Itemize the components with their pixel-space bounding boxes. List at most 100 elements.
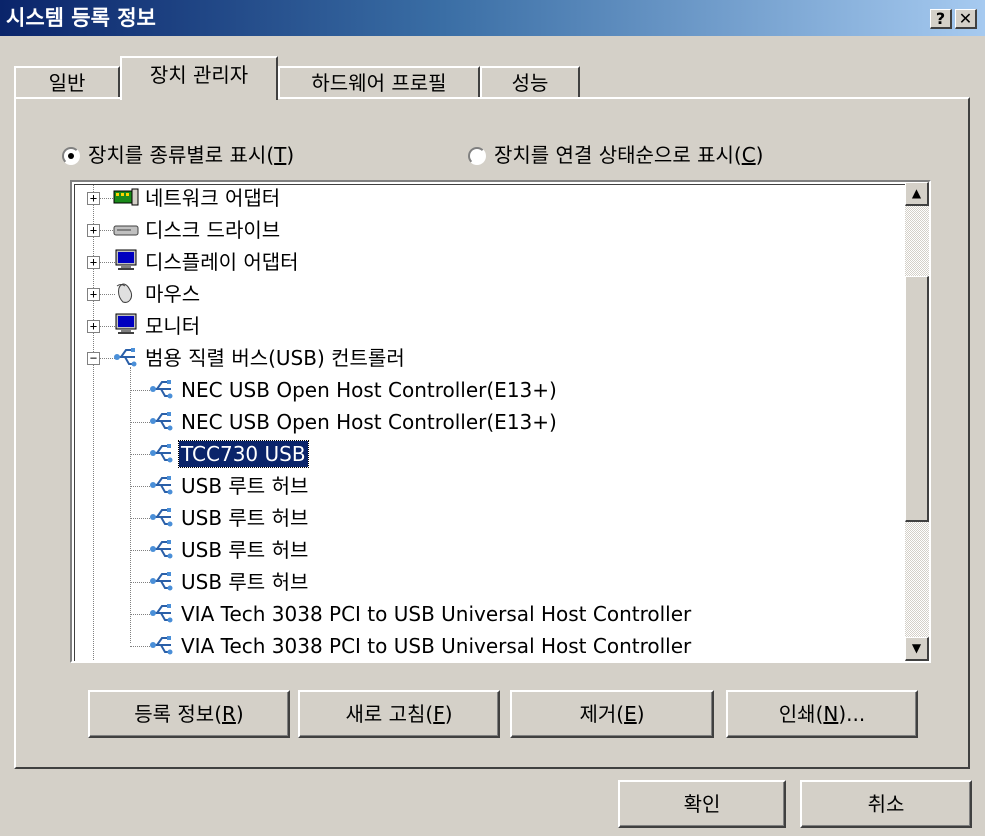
expand-plus-icon[interactable]: +: [87, 320, 100, 333]
tree-device-row[interactable]: NEC USB Open Host Controller(E13+): [75, 406, 895, 438]
tree-label: USB 루트 허브: [181, 506, 309, 530]
tab-label: 성능: [511, 71, 549, 95]
radio-label: 장치를 연결 상태순으로 표시(: [494, 143, 742, 167]
tree-label: NEC USB Open Host Controller(E13+): [181, 410, 557, 434]
button-accelerator: R: [222, 702, 236, 726]
tree-category-monitors[interactable]: + 모니터: [75, 310, 895, 342]
usb-icon: [150, 604, 173, 623]
tree-connector: [130, 422, 150, 423]
button-label-suffix: ): [444, 702, 453, 726]
scroll-down-arrow-icon[interactable]: ▼: [905, 637, 929, 661]
button-label: 제거(: [579, 702, 625, 726]
tree-connector: [130, 486, 150, 487]
scroll-up-arrow-icon[interactable]: ▲: [905, 182, 929, 206]
cancel-button[interactable]: 취소: [800, 780, 972, 828]
tab-label: 하드웨어 프로필: [311, 71, 447, 95]
tree-label: VIA Tech 3038 PCI to USB Universal Host …: [181, 634, 692, 658]
network-adapter-icon: [113, 188, 139, 206]
usb-icon: [150, 540, 173, 559]
window-title: 시스템 등록 정보: [6, 6, 156, 30]
button-accelerator: N: [823, 702, 839, 726]
usb-icon: [150, 412, 173, 431]
display-adapter-icon: [115, 249, 137, 270]
remove-button[interactable]: 제거(E): [510, 690, 714, 738]
tree-device-row[interactable]: USB 루트 허브: [75, 534, 895, 566]
tree-label: USB 루트 허브: [181, 538, 309, 562]
expand-plus-icon[interactable]: +: [87, 288, 100, 301]
refresh-button[interactable]: 새로 고침(F): [298, 690, 500, 738]
expand-plus-icon[interactable]: +: [87, 192, 100, 205]
expand-plus-icon[interactable]: +: [87, 256, 100, 269]
tree-category-network-adapters[interactable]: + 네트워크 어댑터: [75, 182, 895, 214]
device-tree-view: + 네트워크 어댑터 + 디스크 드라이브 + 디스플레이 어댑터 + 마우스 …: [74, 184, 907, 661]
tree-category-disk-drives[interactable]: + 디스크 드라이브: [75, 214, 895, 246]
usb-icon: [150, 636, 173, 655]
tree-label: 마우스: [145, 282, 201, 306]
ok-button[interactable]: 확인: [618, 780, 786, 828]
tree-label: 디스크 드라이브: [145, 218, 281, 242]
tab-hardware-profiles[interactable]: 하드웨어 프로필: [278, 66, 480, 98]
device-tree[interactable]: + 네트워크 어댑터 + 디스크 드라이브 + 디스플레이 어댑터 + 마우스 …: [70, 180, 931, 663]
button-label: 등록 정보(: [134, 702, 223, 726]
radio-button[interactable]: [468, 147, 486, 165]
tree-device-row[interactable]: NEC USB Open Host Controller(E13+): [75, 374, 895, 406]
tree-device-row[interactable]: VIA Tech 3038 PCI to USB Universal Host …: [75, 630, 895, 661]
tree-connector: [130, 582, 150, 583]
expand-plus-icon[interactable]: +: [87, 224, 100, 237]
vertical-scrollbar[interactable]: ▲ ▼: [905, 182, 929, 661]
tree-connector: [130, 550, 150, 551]
button-label: 인쇄(: [778, 702, 824, 726]
tree-connector: [130, 518, 150, 519]
tree-device-row[interactable]: VIA Tech 3038 PCI to USB Universal Host …: [75, 598, 895, 630]
tree-category-usb-controllers[interactable]: − 범용 직렬 버스(USB) 컨트롤러: [75, 342, 895, 374]
tree-label: VIA Tech 3038 PCI to USB Universal Host …: [181, 602, 692, 626]
collapse-minus-icon[interactable]: −: [87, 352, 100, 365]
tree-device-row-selected[interactable]: TCC730 USB: [75, 438, 895, 470]
monitor-icon: [115, 313, 137, 334]
tree-label: USB 루트 허브: [181, 474, 309, 498]
usb-icon: [150, 508, 173, 527]
tree-label: 디스플레이 어댑터: [145, 250, 299, 274]
tree-label: 네트워크 어댑터: [145, 186, 281, 210]
disk-drive-icon: [113, 225, 139, 236]
scroll-thumb[interactable]: [905, 276, 929, 522]
usb-icon: [150, 572, 173, 591]
tree-device-row[interactable]: USB 루트 허브: [75, 502, 895, 534]
tab-performance[interactable]: 성능: [480, 66, 580, 98]
tree-label: TCC730 USB: [178, 440, 309, 468]
radio-accelerator: C: [741, 143, 756, 167]
tree-label: USB 루트 허브: [181, 570, 309, 594]
help-button[interactable]: ?: [930, 9, 952, 29]
button-label: 새로 고침(: [345, 702, 434, 726]
radio-view-by-connection[interactable]: 장치를 연결 상태순으로 표시(C): [468, 140, 763, 170]
tab-device-manager[interactable]: 장치 관리자: [120, 56, 278, 100]
radio-label: 장치를 종류별로 표시(: [88, 143, 275, 167]
mouse-icon: [116, 283, 132, 303]
usb-icon: [150, 476, 173, 495]
tree-device-row[interactable]: USB 루트 허브: [75, 470, 895, 502]
tree-connector: [130, 614, 150, 615]
button-label-suffix: )...: [838, 702, 866, 726]
title-bar[interactable]: 시스템 등록 정보 ? ✕: [0, 0, 985, 36]
tree-connector: [130, 454, 150, 455]
button-accelerator: F: [433, 702, 445, 726]
tree-device-row[interactable]: USB 루트 허브: [75, 566, 895, 598]
radio-label-suffix: ): [755, 143, 764, 167]
close-button[interactable]: ✕: [955, 9, 977, 29]
usb-icon: [150, 380, 173, 399]
button-label-suffix: ): [636, 702, 645, 726]
tree-label: NEC USB Open Host Controller(E13+): [181, 378, 557, 402]
usb-icon: [150, 444, 173, 463]
radio-label-suffix: ): [286, 143, 295, 167]
tab-general[interactable]: 일반: [14, 66, 120, 98]
tree-category-mouse[interactable]: + 마우스: [75, 278, 895, 310]
print-button[interactable]: 인쇄(N)...: [726, 690, 918, 738]
radio-view-by-type[interactable]: 장치를 종류별로 표시(T): [62, 140, 294, 170]
radio-button-checked[interactable]: [62, 147, 80, 165]
properties-button[interactable]: 등록 정보(R): [88, 690, 290, 738]
tree-category-display-adapters[interactable]: + 디스플레이 어댑터: [75, 246, 895, 278]
tree-label: 모니터: [145, 314, 201, 338]
usb-icon: [114, 348, 137, 367]
tree-label: 범용 직렬 버스(USB) 컨트롤러: [145, 346, 405, 370]
tab-label: 장치 관리자: [149, 63, 249, 87]
